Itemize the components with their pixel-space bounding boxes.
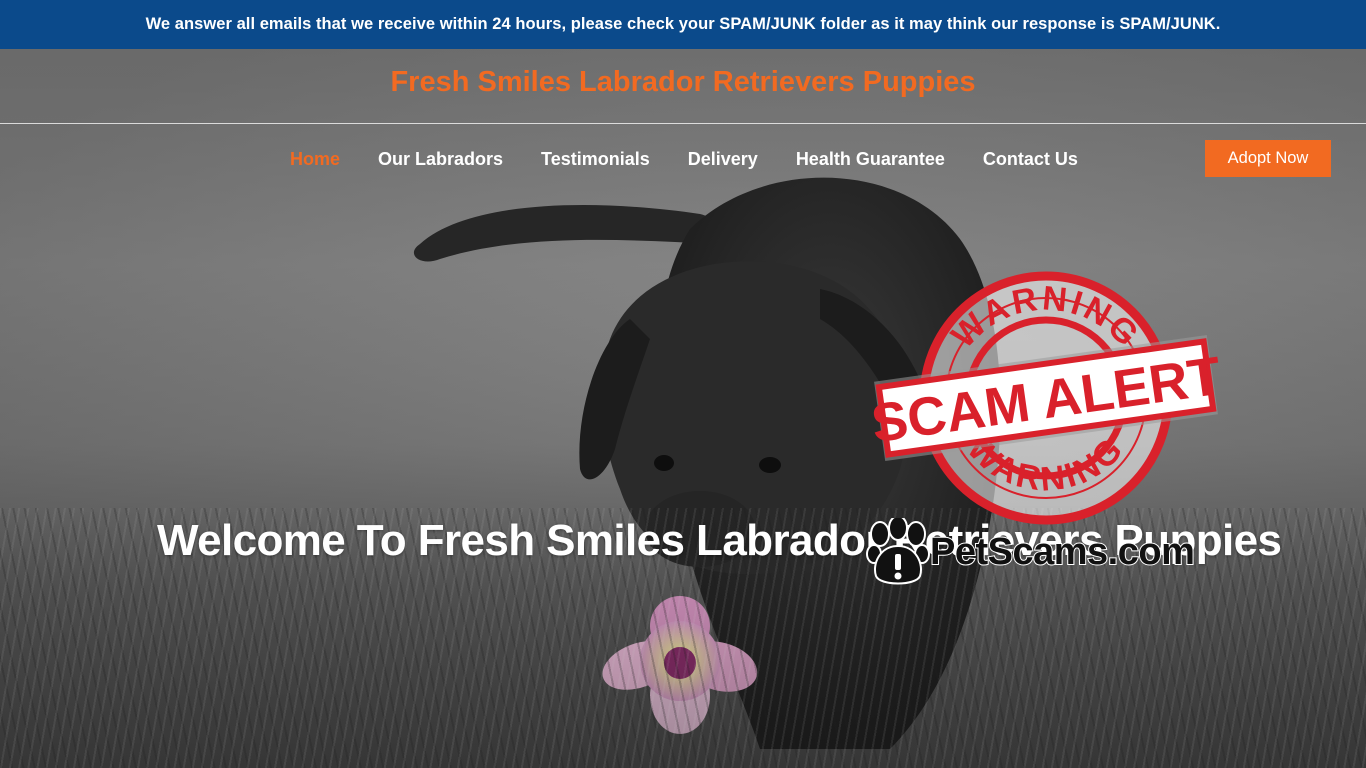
petscams-watermark: PetScams.com — [866, 518, 1226, 588]
header-divider — [0, 123, 1366, 124]
site-title[interactable]: Fresh Smiles Labrador Retrievers Puppies — [0, 66, 1366, 99]
nav-item-testimonials[interactable]: Testimonials — [541, 149, 650, 170]
announcement-text: We answer all emails that we receive wit… — [145, 15, 1221, 33]
nav-item-contact-us[interactable]: Contact Us — [983, 149, 1078, 170]
nav-item-delivery[interactable]: Delivery — [688, 149, 758, 170]
adopt-now-button[interactable]: Adopt Now — [1205, 140, 1331, 177]
paw-warning-icon — [866, 518, 930, 585]
announcement-bar: We answer all emails that we receive wit… — [0, 0, 1366, 49]
scam-alert-stamp: WARNING WARNING SCAM ALERT — [870, 271, 1222, 525]
nav-item-our-labradors[interactable]: Our Labradors — [378, 149, 503, 170]
petscams-text: PetScams.com — [929, 530, 1196, 574]
nav-item-home[interactable]: Home — [290, 149, 340, 170]
main-nav: Home Our Labradors Testimonials Delivery… — [290, 146, 1116, 172]
nav-item-health-guarantee[interactable]: Health Guarantee — [796, 149, 945, 170]
